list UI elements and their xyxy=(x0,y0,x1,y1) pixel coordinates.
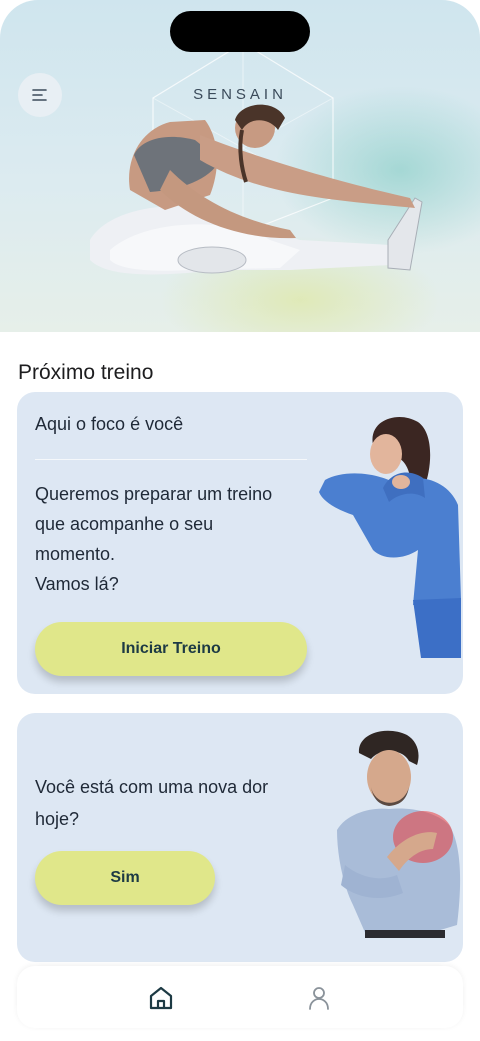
menu-icon xyxy=(32,89,47,101)
body-line: que acompanhe o seu xyxy=(35,514,214,534)
pain-check-card: Você está com uma nova dor hoje? Sim xyxy=(17,713,463,962)
section-title: Próximo treino xyxy=(18,361,154,384)
app-screen: SENSAIN Próximo treino Aqui o foco é voc… xyxy=(0,0,480,1041)
woman-stretching-image xyxy=(319,416,461,658)
workout-card: Aqui o foco é você Queremos preparar um … xyxy=(17,392,463,694)
home-icon xyxy=(149,986,173,1010)
tab-profile[interactable] xyxy=(305,984,333,1012)
device-notch xyxy=(170,11,310,52)
menu-button[interactable] xyxy=(18,73,62,117)
athlete-stretching-image xyxy=(90,104,423,275)
brand-name: SENSAIN xyxy=(193,86,287,103)
workout-card-body: Queremos preparar um treino que acompanh… xyxy=(35,479,325,599)
start-workout-button[interactable]: Iniciar Treino xyxy=(35,622,307,676)
man-shoulder-pain-image xyxy=(337,730,461,938)
yes-button[interactable]: Sim xyxy=(35,851,215,905)
divider xyxy=(35,459,307,460)
hero-banner: SENSAIN xyxy=(0,0,480,332)
workout-card-heading: Aqui o foco é você xyxy=(35,414,184,434)
body-line: momento. xyxy=(35,544,116,564)
body-line: Queremos preparar um treino xyxy=(35,484,273,504)
bottom-tab-bar xyxy=(17,966,463,1028)
body-line: Vamos lá? xyxy=(35,574,119,594)
user-icon xyxy=(309,987,329,1010)
tab-home[interactable] xyxy=(147,984,175,1012)
pain-question: Você está com uma nova dor hoje? xyxy=(35,777,269,829)
